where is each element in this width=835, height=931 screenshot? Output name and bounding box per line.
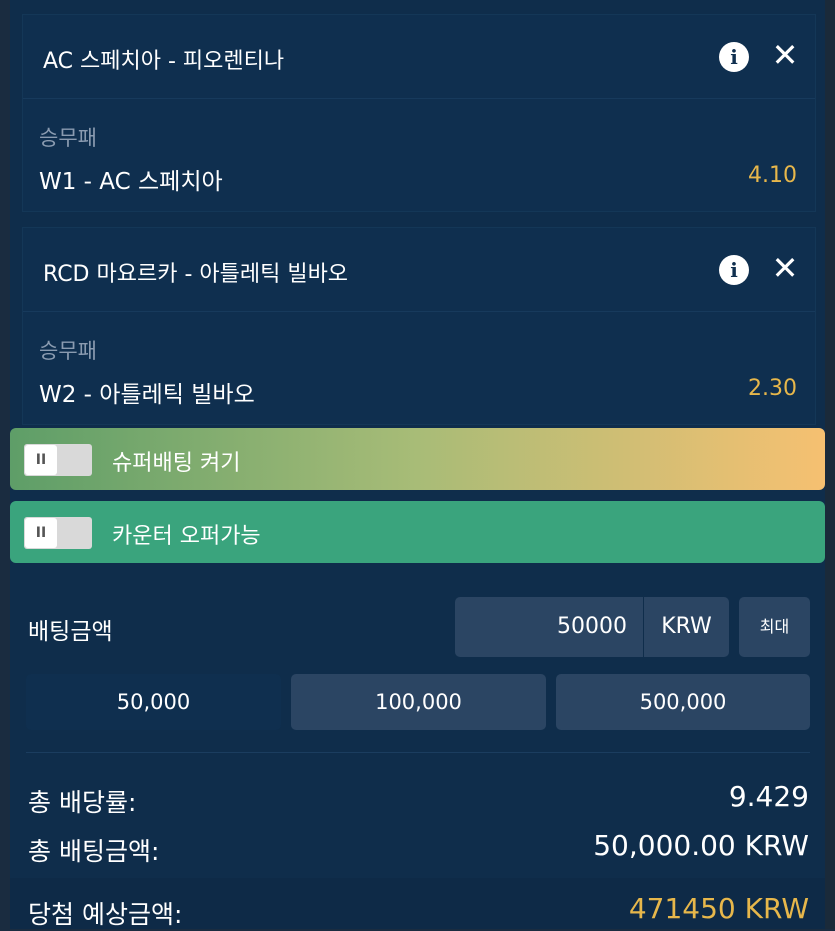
potential-win-label: 당첨 예상금액: — [28, 900, 183, 929]
super-bet-label: 슈퍼배팅 켜기 — [112, 451, 241, 476]
total-stake-value: 50,000.00 KRW — [593, 829, 809, 862]
scrollbar-track[interactable] — [825, 0, 835, 929]
quick-amount-button[interactable]: 50,000 — [26, 674, 281, 730]
total-stake-label: 총 배팅금액: — [28, 837, 160, 866]
super-bet-toggle[interactable]: II — [24, 444, 92, 476]
odds-value: 4.10 — [748, 163, 797, 188]
counter-offer-label: 카운터 오퍼가능 — [112, 524, 261, 549]
quick-amount-button[interactable]: 100,000 — [291, 674, 546, 730]
divider — [26, 752, 810, 753]
bet-card-header: AC 스페치아 - 피오렌티나 i ✕ — [23, 15, 815, 99]
total-odds-label: 총 배당률: — [28, 788, 137, 817]
market-name: 승무패 — [39, 126, 97, 150]
stake-input[interactable]: 50000 — [455, 597, 643, 657]
market-name: 승무패 — [39, 339, 97, 363]
currency-label: KRW — [644, 597, 729, 657]
pause-icon: II — [25, 518, 57, 548]
super-bet-toggle-bar[interactable]: II 슈퍼배팅 켜기 — [10, 428, 825, 490]
close-icon[interactable]: ✕ — [767, 250, 803, 286]
match-title: RCD 마요르카 - 아틀레틱 빌바오 — [43, 262, 349, 287]
potential-win-value: 471450 KRW — [628, 892, 809, 925]
info-icon[interactable]: i — [719, 42, 749, 72]
bet-card-header: RCD 마요르카 - 아틀레틱 빌바오 i ✕ — [23, 228, 815, 312]
bet-card: RCD 마요르카 - 아틀레틱 빌바오 i ✕ 승무패 W2 - 아틀레틱 빌바… — [22, 227, 816, 425]
counter-offer-toggle-bar[interactable]: II 카운터 오퍼가능 — [10, 501, 825, 563]
close-icon[interactable]: ✕ — [767, 37, 803, 73]
match-title: AC 스페치아 - 피오렌티나 — [43, 49, 285, 74]
selection-name: W2 - 아틀레틱 빌바오 — [39, 382, 255, 408]
quick-amount-button[interactable]: 500,000 — [556, 674, 810, 730]
counter-offer-toggle[interactable]: II — [24, 517, 92, 549]
stake-label: 배팅금액 — [28, 619, 113, 645]
info-icon[interactable]: i — [719, 255, 749, 285]
max-stake-button[interactable]: 최대 — [739, 597, 810, 657]
total-odds-value: 9.429 — [728, 780, 809, 813]
bet-card: AC 스페치아 - 피오렌티나 i ✕ 승무패 W1 - AC 스페치아 4.1… — [22, 14, 816, 212]
pause-icon: II — [25, 445, 57, 475]
odds-value: 2.30 — [748, 376, 797, 401]
selection-name: W1 - AC 스페치아 — [39, 169, 223, 195]
